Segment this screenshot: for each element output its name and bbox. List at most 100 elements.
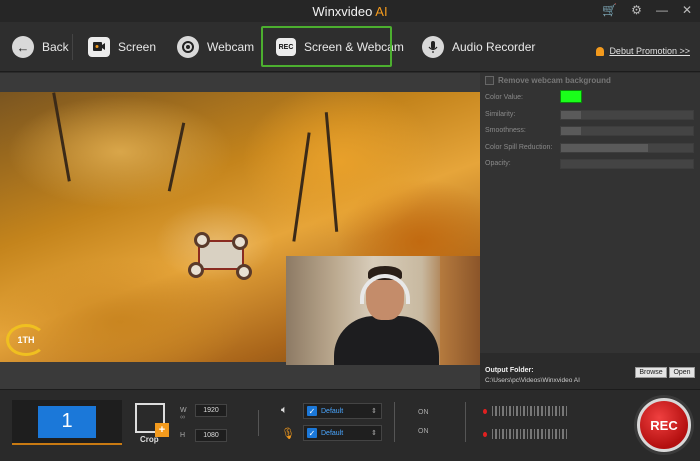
remove-background-checkbox[interactable]: Remove webcam background — [485, 76, 611, 85]
meter-bar — [505, 429, 508, 439]
meter-bar — [541, 406, 543, 416]
close-button[interactable]: ✕ — [682, 3, 692, 17]
minimize-button[interactable]: — — [656, 3, 668, 17]
microphone-enable-checkbox[interactable]: ✓ — [307, 428, 317, 438]
back-button[interactable]: ← Back — [12, 22, 69, 72]
meter-bar — [491, 406, 494, 416]
speaker-icon[interactable]: 🔈︎ — [281, 404, 288, 417]
meter-bar — [565, 429, 568, 439]
color-value-swatch[interactable] — [560, 90, 582, 103]
meter-bar — [516, 429, 518, 439]
chevron-updown-icon: ⇕ — [371, 430, 377, 437]
width-label: W — [180, 407, 187, 414]
tab-audio-recorder[interactable]: Audio Recorder — [422, 22, 535, 72]
meter-bar — [558, 429, 561, 439]
meter-bar — [523, 406, 525, 416]
meter-bar — [533, 429, 536, 439]
meter-bar — [498, 406, 501, 416]
meter-bar — [495, 406, 497, 416]
microphone-device-select[interactable]: ✓ Default ⇕ — [303, 425, 382, 441]
microphone-level-meter — [483, 429, 568, 439]
back-arrow-icon: ← — [12, 36, 34, 58]
tab-webcam[interactable]: Webcam — [177, 22, 254, 72]
webcam-settings-panel: Remove webcam background Color Value: Si… — [480, 73, 700, 353]
width-input[interactable]: 1920 — [195, 404, 227, 417]
meter-bar — [544, 406, 547, 416]
level-indicator-dot — [483, 431, 487, 437]
divider — [258, 410, 259, 436]
meter-bar — [505, 406, 508, 416]
remove-background-label: Remove webcam background — [498, 76, 611, 85]
meter-bar — [548, 429, 550, 439]
meter-bar — [530, 406, 532, 416]
record-button[interactable]: REC — [637, 398, 691, 452]
level-indicator-dot — [483, 408, 487, 414]
meter-bar — [548, 406, 550, 416]
meter-bar — [533, 406, 536, 416]
tab-screen[interactable]: Screen — [88, 22, 156, 72]
speaker-device-select[interactable]: ✓ Default ⇕ — [303, 403, 382, 419]
chevron-updown-icon: ⇕ — [371, 408, 377, 415]
meter-bar — [555, 429, 557, 439]
app-name-accent: AI — [375, 4, 388, 19]
output-folder-path: C:\Users\pc\Videos\Winxvideo AI — [485, 377, 580, 384]
cart-icon[interactable]: 🛒 — [602, 3, 617, 17]
smoothness-label: Smoothness: — [485, 127, 526, 134]
similarity-label: Similarity: — [485, 111, 516, 118]
promo-label: Debut Promotion >> — [609, 46, 690, 56]
meter-bar — [558, 406, 561, 416]
meter-bar — [509, 429, 511, 439]
meter-bar — [551, 406, 554, 416]
similarity-slider[interactable] — [560, 110, 694, 120]
height-input[interactable]: 1080 — [195, 429, 227, 442]
color-spill-label: Color Spill Reduction: — [485, 144, 553, 151]
audio-toggle-group — [394, 402, 466, 442]
meter-bar — [555, 406, 557, 416]
meter-bar — [498, 429, 501, 439]
meter-bar — [509, 406, 511, 416]
debut-promotion-link[interactable]: Debut Promotion >> — [596, 46, 690, 56]
tab-webcam-label: Webcam — [207, 40, 255, 54]
meter-bar — [491, 429, 494, 439]
microphone-icon — [422, 36, 444, 58]
bell-icon — [596, 46, 605, 56]
speaker-toggle[interactable]: ON — [418, 409, 429, 416]
open-button[interactable]: Open — [669, 367, 695, 378]
meter-bar — [523, 429, 525, 439]
bottom-controls: 1 + Crop W 1920 ∞ H 1080 🔈︎ ✓ Default ⇕ … — [0, 389, 700, 461]
game-hud-position: 1TH — [6, 324, 46, 356]
gear-icon[interactable]: ⚙ — [631, 3, 642, 17]
speaker-enable-checkbox[interactable]: ✓ — [307, 406, 317, 416]
meter-bar — [526, 429, 529, 439]
tab-screen-label: Screen — [118, 40, 157, 54]
output-folder-label: Output Folder: — [485, 367, 534, 374]
microphone-device-value: Default — [321, 429, 344, 437]
browse-button[interactable]: Browse — [635, 367, 667, 378]
meter-bar — [512, 406, 515, 416]
link-icon[interactable]: ∞ — [180, 414, 185, 421]
opacity-label: Opacity: — [485, 160, 511, 167]
smoothness-slider[interactable] — [560, 126, 694, 136]
meter-bar — [537, 429, 539, 439]
microphone-toggle[interactable]: ON — [418, 428, 429, 435]
selected-tab-highlight — [261, 26, 392, 67]
screen-number: 1 — [38, 405, 96, 438]
crop-button[interactable]: + — [135, 403, 169, 437]
meter-bar — [512, 429, 515, 439]
screen-selector[interactable]: 1 — [12, 400, 122, 445]
title-bar: Winxvideo AI 🛒 ⚙ — ✕ — [0, 0, 700, 22]
buggy-vehicle — [188, 232, 258, 287]
meter-bar — [502, 429, 504, 439]
checkbox-box[interactable] — [485, 76, 494, 85]
meter-bar — [565, 406, 568, 416]
output-folder-section: Output Folder: C:\Users\pc\Videos\Winxvi… — [480, 353, 700, 389]
tab-audio-recorder-label: Audio Recorder — [452, 40, 536, 54]
opacity-slider[interactable] — [560, 159, 694, 169]
meter-bar — [519, 429, 522, 439]
meter-bar — [530, 429, 532, 439]
microphone-icon[interactable]: 🎙︎ — [281, 427, 295, 440]
speaker-level-meter — [483, 406, 568, 416]
webcam-overlay[interactable] — [286, 256, 480, 365]
webcam-icon — [177, 36, 199, 58]
color-spill-slider[interactable] — [560, 143, 694, 153]
